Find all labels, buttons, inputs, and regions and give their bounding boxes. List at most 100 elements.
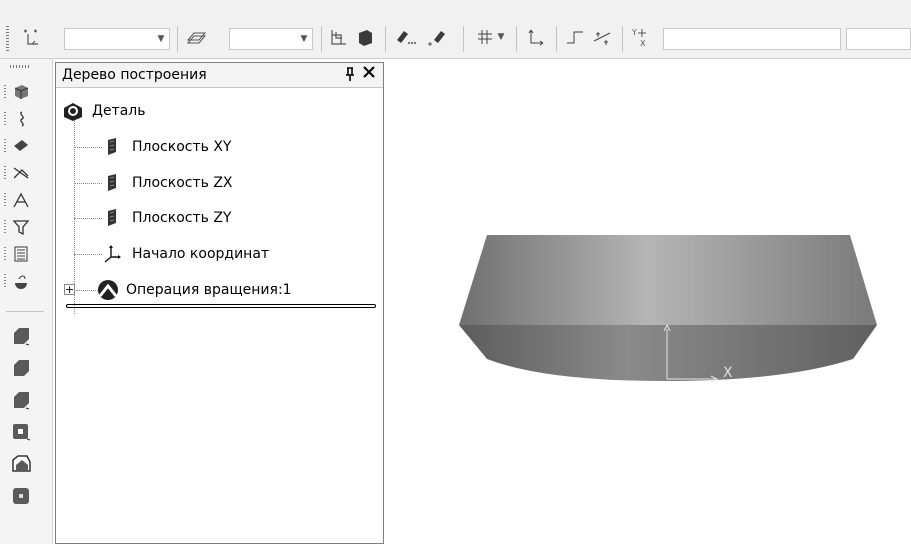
tree-connector — [74, 183, 102, 184]
tree-connector — [74, 147, 102, 148]
construction-tree-panel: Дерево построения Деталь Плоскость XY Пл… — [55, 62, 384, 544]
surface-icon — [14, 140, 28, 151]
fillet-button[interactable] — [10, 485, 32, 507]
hole-icon — [12, 455, 31, 472]
tree-item-revolve-operation[interactable]: Операция вращения:1 — [96, 278, 292, 302]
selection-highlight — [66, 304, 376, 308]
tree-connector — [74, 254, 102, 255]
part-icon — [62, 100, 84, 122]
loft-icon — [13, 424, 31, 441]
ortho-icon — [567, 31, 583, 44]
kinematic-button[interactable] — [10, 389, 32, 411]
separator — [321, 26, 322, 52]
rotate-button[interactable] — [10, 357, 32, 379]
chevron-down-icon: ▼ — [157, 34, 165, 44]
expand-toggle[interactable]: + — [64, 284, 75, 295]
chevron-down-icon: ▼ — [300, 34, 308, 44]
coordinate-field-2[interactable] — [846, 28, 911, 50]
tree-item-label: Операция вращения:1 — [126, 282, 292, 298]
filters-button[interactable] — [4, 216, 32, 238]
spiral-icon — [20, 111, 24, 127]
left-tool-panel — [0, 59, 53, 544]
axis-label-x: X — [723, 365, 733, 381]
separator — [622, 26, 623, 52]
curve-points-button[interactable] — [590, 24, 616, 50]
svg-text:Y: Y — [631, 28, 637, 37]
sketch-button[interactable] — [326, 24, 352, 50]
separator — [463, 26, 464, 52]
magnet-icon — [397, 31, 416, 44]
tree-item-plane-xy[interactable]: Плоскость XY — [102, 135, 231, 159]
angle-measure-icon — [13, 192, 29, 208]
solid-button[interactable] — [352, 24, 378, 50]
plane-select-button[interactable] — [183, 24, 209, 50]
tree-item-label: Плоскость XY — [132, 139, 232, 155]
specification-icon — [14, 246, 28, 262]
snap-points-button[interactable] — [18, 24, 44, 50]
local-cs-button[interactable] — [523, 24, 549, 50]
coordinates-input-button[interactable]: YX — [628, 24, 654, 50]
tree-item-origin[interactable]: Начало координат — [102, 242, 269, 266]
origin-axes-icon — [102, 243, 124, 265]
hole-button[interactable] — [10, 453, 32, 475]
tree-root-node[interactable]: Деталь — [62, 99, 145, 123]
sketch-icon — [331, 30, 346, 45]
loft-button[interactable] — [10, 421, 32, 443]
separator — [177, 26, 178, 52]
toolbar-grip[interactable] — [6, 26, 9, 52]
extrude-button[interactable] — [10, 325, 32, 347]
fillet-icon — [13, 488, 29, 504]
svg-text:X: X — [640, 39, 646, 48]
extrude-icon — [14, 328, 30, 346]
separator — [516, 26, 517, 52]
model-viewport[interactable]: X — [385, 59, 911, 544]
auxiliary-geometry-button[interactable] — [4, 162, 32, 184]
magnet-snap-button[interactable] — [392, 24, 418, 50]
surfaces-button[interactable] — [4, 135, 32, 157]
main-toolbar: ▼ ▼ ▼ YX — [0, 0, 911, 59]
filter-icon — [12, 220, 30, 236]
tree-item-label: Плоскость ZY — [132, 210, 232, 226]
reports-button[interactable] — [4, 270, 32, 292]
curves-button[interactable] — [4, 108, 32, 130]
magnet-local-button[interactable] — [424, 24, 450, 50]
kinematic-icon — [14, 392, 30, 410]
grid-icon — [478, 30, 492, 44]
auxiliary-geometry-icon — [13, 167, 29, 179]
tree-item-plane-zx[interactable]: Плоскость ZX — [102, 171, 233, 195]
model-view-canvas[interactable]: X — [385, 59, 911, 544]
body-cylindrical-face — [459, 325, 877, 381]
tree-header: Дерево построения — [56, 63, 383, 88]
coordinate-field[interactable] — [663, 28, 841, 50]
reports-icon — [15, 275, 27, 289]
solid-icon — [359, 30, 372, 46]
separator — [385, 26, 386, 52]
cube-icon — [14, 85, 29, 99]
editing-tools-button[interactable] — [4, 81, 32, 103]
tree-root-label: Деталь — [92, 103, 146, 119]
layer-combo[interactable]: ▼ — [64, 28, 170, 50]
ortho-button[interactable] — [562, 24, 588, 50]
pin-icon[interactable] — [343, 66, 357, 82]
revolved-body[interactable] — [459, 235, 877, 381]
specification-button[interactable] — [4, 243, 32, 265]
chevron-down-icon: ▼ — [497, 32, 505, 42]
tree-connector — [74, 218, 102, 219]
revolve-operation-icon — [96, 279, 118, 301]
tree-item-plane-zy[interactable]: Плоскость ZY — [102, 206, 231, 230]
separator — [6, 311, 44, 312]
curve-points-icon — [593, 32, 611, 45]
close-icon[interactable] — [362, 64, 378, 82]
plane-icon — [102, 172, 124, 194]
body-conical-face — [459, 235, 877, 325]
separator — [556, 26, 557, 52]
grid-dropdown-button[interactable]: ▼ — [494, 24, 508, 50]
plane-stack-icon — [186, 32, 207, 44]
measurements-button[interactable] — [4, 189, 32, 211]
tree-body: Деталь Плоскость XY Плоскость ZX Плоскос… — [56, 88, 383, 543]
panel-grip[interactable] — [10, 65, 30, 68]
snap-points-icon — [24, 29, 38, 45]
magnet-local-icon — [428, 31, 445, 46]
plane-icon — [102, 136, 124, 158]
plane-combo[interactable]: ▼ — [229, 28, 313, 50]
